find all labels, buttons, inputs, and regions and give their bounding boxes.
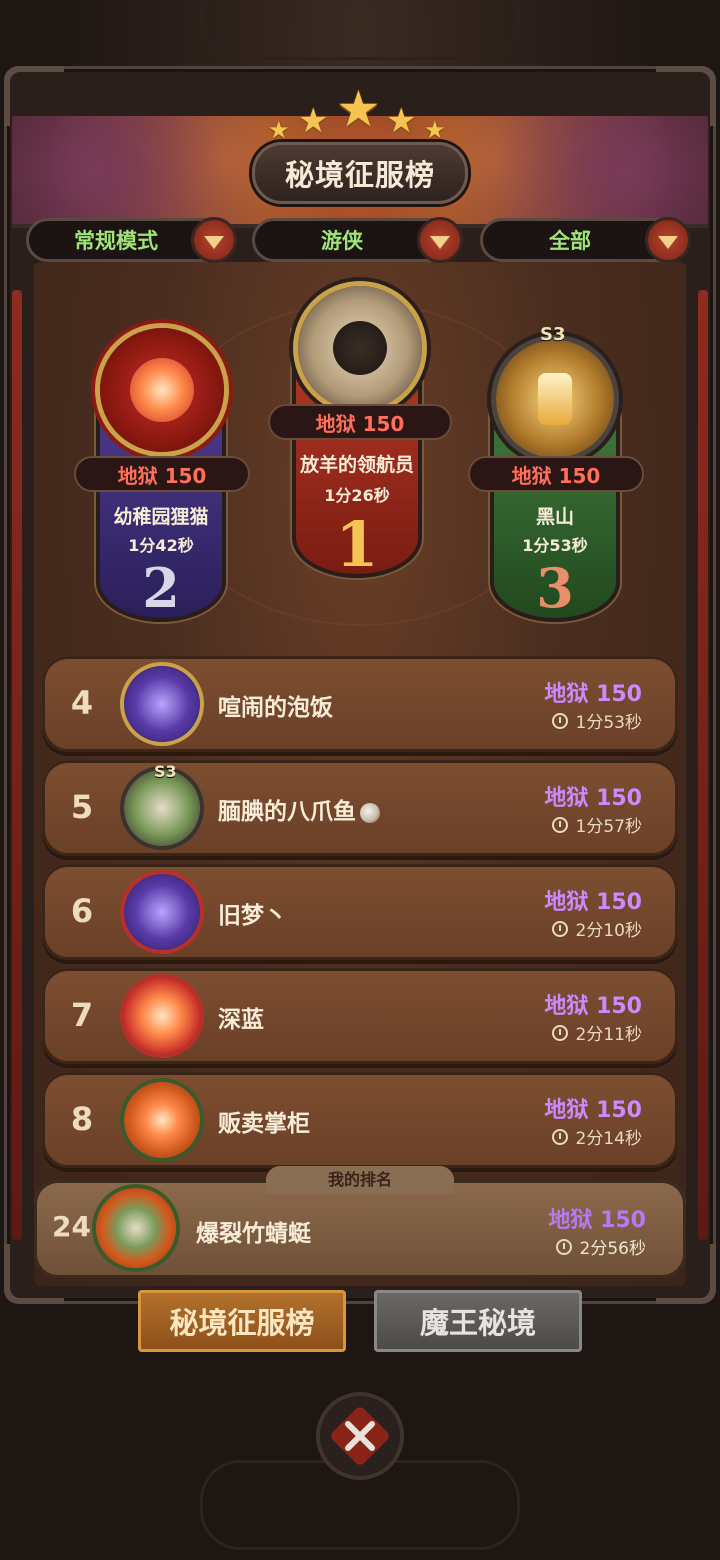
clear-time-text: 2分10秒 [575,921,642,941]
difficulty-label: 地狱 150 [544,994,642,1019]
difficulty-label: 地狱 150 [548,1208,646,1233]
class-filter-dropdown[interactable]: 游侠 [252,217,463,263]
rank-number: 24 [52,1210,91,1243]
scope-filter-dropdown[interactable]: 全部 [480,217,691,263]
difficulty-label: 地狱 150 [544,682,642,707]
clear-time: 2分10秒 [551,916,642,941]
leaderboard-row[interactable]: 6 旧梦丶 地狱 150 2分10秒 [42,864,678,960]
star-icon: ★ [386,101,417,141]
clear-time-text: 2分56秒 [579,1239,646,1259]
clear-time: 1分53秒 [522,536,588,555]
leaderboard-row[interactable]: 5 S3 腼腆的八爪鱼 地狱 150 1分57秒 [42,760,678,856]
clear-time: 2分56秒 [555,1234,646,1259]
difficulty-badge: 地狱 150 [74,456,250,492]
star-icon: ★ [298,101,329,141]
tab-conquest-leaderboard[interactable]: 秘境征服榜 [138,1290,346,1352]
clear-time: 1分26秒 [324,486,390,505]
clock-icon [551,712,568,729]
clear-time: 2分14秒 [551,1124,642,1149]
rank-number: 2 [142,556,180,620]
season-tag: S3 [154,762,177,781]
star-icon: ★ [268,116,290,144]
player-name: 腼腆的八爪鱼 [218,792,380,826]
mode-filter-dropdown[interactable]: 常规模式 [26,217,237,263]
character-portrait-avatar [298,286,422,410]
clear-time-text: 1分57秒 [575,817,642,837]
difficulty-badge: 地狱 150 [468,456,644,492]
clear-time: 2分11秒 [551,1020,642,1045]
star-icon: ★ [336,80,381,138]
lantern-emblem-avatar [496,340,614,458]
flame-emblem-avatar [100,328,224,452]
player-name: 旧梦丶 [218,903,287,929]
rank-number: 8 [70,1100,94,1138]
rank-number: 5 [70,788,94,826]
my-rank-row[interactable]: 24 爆裂竹蜻蜓 地狱 150 2分56秒 [34,1180,686,1278]
clear-time-text: 1分53秒 [575,713,642,733]
my-rank-label: 我的排名 [266,1166,454,1194]
player-name-text: 腼腆的八爪鱼 [218,799,356,825]
rank-number: 1 [335,508,379,581]
pumpkin-flame-avatar [124,1082,200,1158]
player-name: 黑山 [535,506,574,528]
character-portrait-avatar [124,770,200,846]
right-side-bar [698,290,708,1240]
season-tag: S3 [540,324,566,345]
pumpkin-portrait-avatar [96,1188,176,1268]
leaderboard-row[interactable]: 8 贩卖掌柜 地狱 150 2分14秒 [42,1072,678,1168]
tab-demon-king-realm[interactable]: 魔王秘境 [374,1290,582,1352]
clear-time: 1分42秒 [128,536,194,555]
flame-emblem-avatar [124,978,200,1054]
difficulty-label: 地狱 150 [544,1098,642,1123]
star-icon: ★ [424,116,446,144]
moon-emblem-avatar [124,666,200,742]
rank-number: 6 [70,892,94,930]
coconut-icon [360,802,380,823]
close-button[interactable] [316,1392,404,1480]
clear-time-text: 2分11秒 [575,1025,642,1045]
player-name: 放羊的领航员 [299,454,414,476]
player-name: 幼稚园狸猫 [113,506,209,528]
player-name: 爆裂竹蜻蜓 [196,1221,311,1247]
dropdown-arrow-icon[interactable] [417,217,463,263]
close-icon [331,1407,389,1465]
player-name: 贩卖掌柜 [218,1111,310,1137]
top-ornament [200,0,520,60]
rank-number: 7 [70,996,94,1034]
difficulty-label: 地狱 150 [544,890,642,915]
rating-stars: ★ ★ ★ ★ ★ [268,84,452,144]
page-title: 秘境征服榜 [252,142,468,204]
clear-time: 1分53秒 [551,708,642,733]
clock-icon [551,1128,568,1145]
moon-emblem-avatar [124,874,200,950]
player-name: 深蓝 [218,1007,264,1033]
clock-icon [551,816,568,833]
rank-number: 4 [70,684,94,722]
clock-icon [551,1024,568,1041]
dropdown-arrow-icon[interactable] [645,217,691,263]
clear-time-text: 2分14秒 [575,1129,642,1149]
leaderboard-row[interactable]: 7 深蓝 地狱 150 2分11秒 [42,968,678,1064]
dropdown-arrow-icon[interactable] [191,217,237,263]
clock-icon [555,1238,572,1255]
clock-icon [551,920,568,937]
clear-time: 1分57秒 [551,812,642,837]
rank-number: 3 [536,556,574,620]
difficulty-label: 地狱 150 [544,786,642,811]
leaderboard-row[interactable]: 4 喧闹的泡饭 地狱 150 1分53秒 [42,656,678,752]
player-name: 喧闹的泡饭 [218,695,333,721]
difficulty-badge: 地狱 150 [268,404,452,440]
left-side-bar [12,290,22,1240]
